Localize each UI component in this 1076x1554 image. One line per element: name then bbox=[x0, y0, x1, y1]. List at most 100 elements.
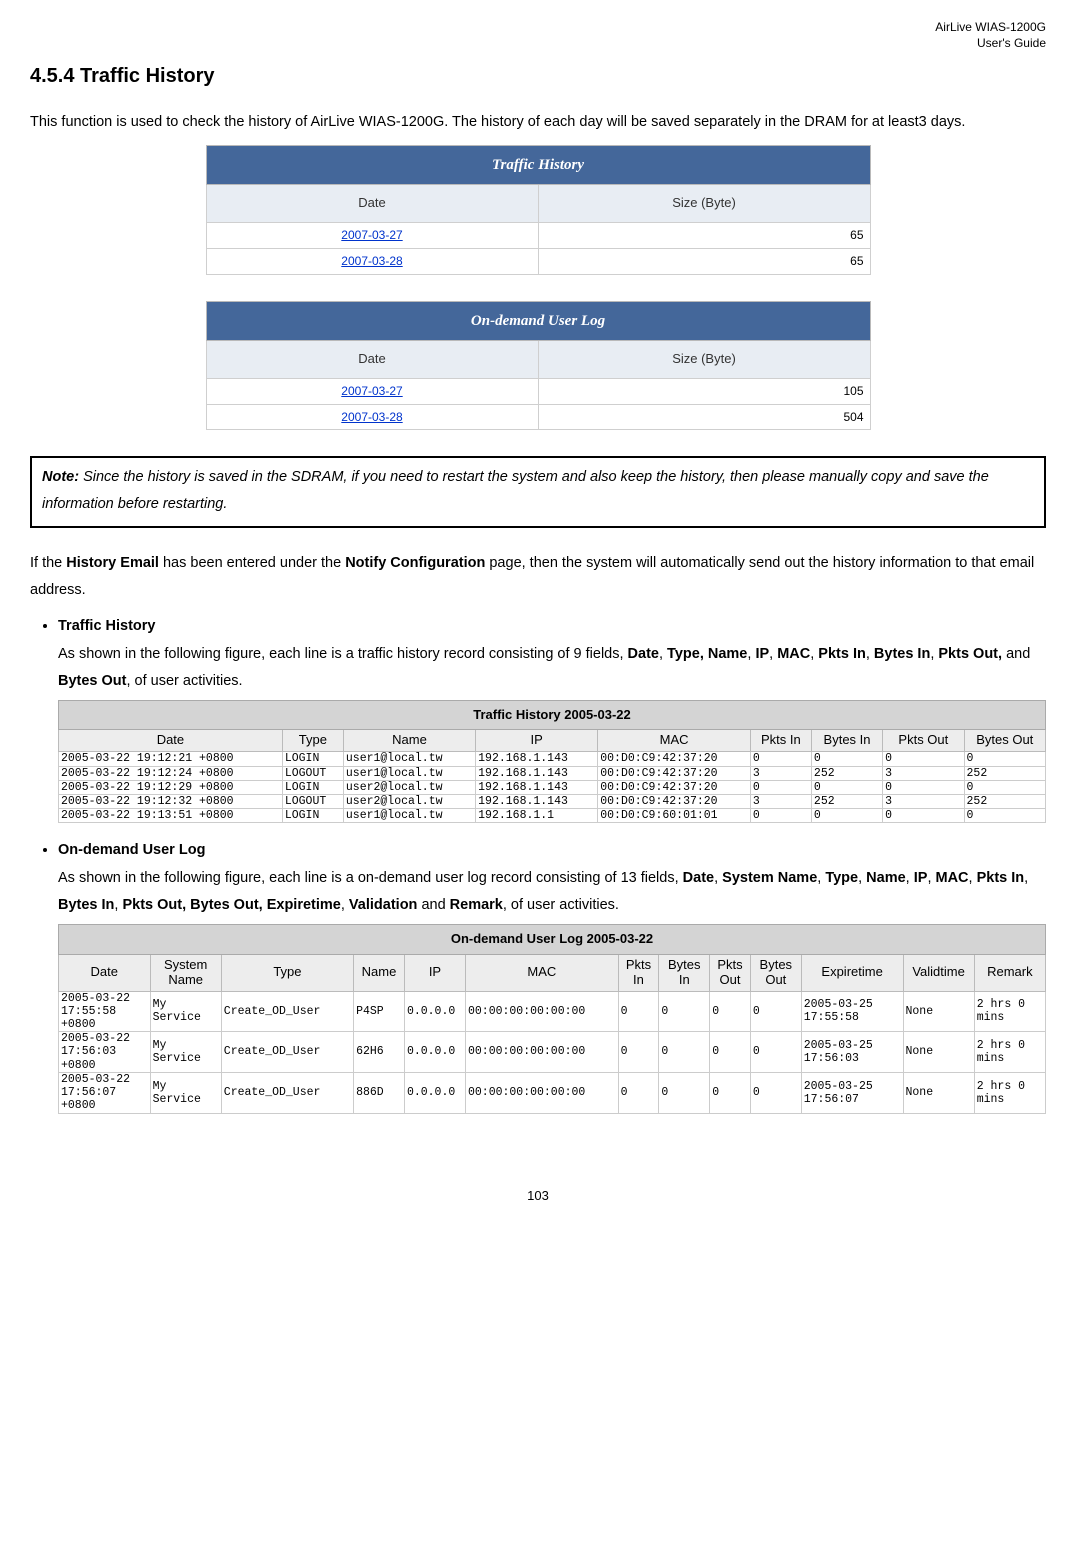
detail-header: Bytes In bbox=[659, 954, 710, 991]
detail-cell: 2005-03-22 19:12:29 +0800 bbox=[59, 780, 283, 794]
detail-header: Bytes Out bbox=[964, 730, 1045, 752]
detail-cell: 62H6 bbox=[354, 1032, 405, 1073]
detail-header: Date bbox=[59, 954, 151, 991]
detail-header: Remark bbox=[974, 954, 1045, 991]
summary-cell-size: 65 bbox=[538, 248, 870, 274]
detail-cell: 00:D0:C9:60:01:01 bbox=[598, 809, 751, 823]
detail-cell: 0 bbox=[710, 1072, 751, 1113]
ondemand-detail-table: On-demand User Log 2005-03-22DateSystem … bbox=[58, 924, 1046, 1114]
bullet-ondemand-log: On-demand User Log As shown in the follo… bbox=[58, 837, 1046, 1113]
detail-cell: None bbox=[903, 1072, 974, 1113]
date-link[interactable]: 2007-03-27 bbox=[341, 384, 402, 398]
table-row: 2005-03-22 19:12:29 +0800LOGINuser2@loca… bbox=[59, 780, 1046, 794]
detail-header: Pkts In bbox=[618, 954, 659, 991]
date-link[interactable]: 2007-03-27 bbox=[341, 228, 402, 242]
date-link[interactable]: 2007-03-28 bbox=[341, 410, 402, 424]
detail-cell: 0 bbox=[750, 1072, 801, 1113]
detail-header: Bytes Out bbox=[750, 954, 801, 991]
detail-header: Pkts Out bbox=[710, 954, 751, 991]
detail-cell: 192.168.1.143 bbox=[476, 794, 598, 808]
detail-cell: 0 bbox=[964, 780, 1045, 794]
detail-cell: user1@local.tw bbox=[343, 809, 475, 823]
ondemand-detail-wrap: On-demand User Log 2005-03-22DateSystem … bbox=[58, 924, 1046, 1114]
detail-cell: 252 bbox=[964, 766, 1045, 780]
detail-header: MAC bbox=[598, 730, 751, 752]
detail-cell: 0 bbox=[710, 991, 751, 1032]
detail-cell: 0 bbox=[750, 780, 811, 794]
detail-cell: 0 bbox=[750, 991, 801, 1032]
detail-cell: My Service bbox=[150, 1032, 221, 1073]
detail-header: Expiretime bbox=[801, 954, 903, 991]
detail-header: Date bbox=[59, 730, 283, 752]
detail-cell: 252 bbox=[964, 794, 1045, 808]
doc-product: AirLive WIAS-1200G bbox=[935, 20, 1046, 34]
detail-cell: user1@local.tw bbox=[343, 766, 475, 780]
detail-title: Traffic History 2005-03-22 bbox=[59, 700, 1046, 730]
detail-cell: LOGIN bbox=[282, 780, 343, 794]
summary-cell-size: 504 bbox=[538, 404, 870, 430]
detail-cell: LOGIN bbox=[282, 809, 343, 823]
detail-header: Type bbox=[221, 954, 353, 991]
table-row: 2005-03-22 19:12:24 +0800LOGOUTuser1@loc… bbox=[59, 766, 1046, 780]
intro-paragraph: This function is used to check the histo… bbox=[30, 109, 1046, 137]
detail-cell: user1@local.tw bbox=[343, 752, 475, 766]
bullet-list: Traffic History As shown in the followin… bbox=[30, 613, 1046, 1114]
detail-cell: 2005-03-25 17:56:03 bbox=[801, 1032, 903, 1073]
summary-header: Date bbox=[206, 185, 538, 223]
detail-cell: 0 bbox=[811, 809, 882, 823]
detail-cell: 2005-03-25 17:55:58 bbox=[801, 991, 903, 1032]
detail-cell: My Service bbox=[150, 1072, 221, 1113]
detail-cell: None bbox=[903, 991, 974, 1032]
detail-cell: 252 bbox=[811, 766, 882, 780]
detail-cell: 192.168.1.143 bbox=[476, 780, 598, 794]
detail-cell: 0 bbox=[618, 1072, 659, 1113]
table-row: 2005-03-22 17:56:03 +0800My ServiceCreat… bbox=[59, 1032, 1046, 1073]
detail-header: Pkts Out bbox=[883, 730, 964, 752]
detail-cell: 0 bbox=[659, 991, 710, 1032]
bullet-traffic-history: Traffic History As shown in the followin… bbox=[58, 613, 1046, 823]
detail-header: IP bbox=[404, 954, 465, 991]
detail-cell: 192.168.1.143 bbox=[476, 766, 598, 780]
detail-header: Type bbox=[282, 730, 343, 752]
summary-table-wrap: On-demand User LogDateSize (Byte)2007-03… bbox=[30, 301, 1046, 431]
detail-header: IP bbox=[476, 730, 598, 752]
summary-table-wrap: Traffic HistoryDateSize (Byte)2007-03-27… bbox=[30, 145, 1046, 275]
summary-cell-date: 2007-03-27 bbox=[206, 222, 538, 248]
table-row: 2005-03-22 17:55:58 +0800My ServiceCreat… bbox=[59, 991, 1046, 1032]
detail-cell: LOGOUT bbox=[282, 794, 343, 808]
detail-cell: 3 bbox=[883, 794, 964, 808]
detail-cell: 00:00:00:00:00:00 bbox=[465, 1072, 618, 1113]
detail-cell: 2005-03-22 19:13:51 +0800 bbox=[59, 809, 283, 823]
detail-header: Bytes In bbox=[811, 730, 882, 752]
after-note-paragraph: If the History Email has been entered un… bbox=[30, 550, 1046, 605]
summary-table: On-demand User LogDateSize (Byte)2007-03… bbox=[206, 301, 871, 431]
detail-cell: 2 hrs 0 mins bbox=[974, 1032, 1045, 1073]
detail-cell: 2005-03-25 17:56:07 bbox=[801, 1072, 903, 1113]
date-link[interactable]: 2007-03-28 bbox=[341, 254, 402, 268]
summary-cell-size: 65 bbox=[538, 222, 870, 248]
detail-cell: 0 bbox=[811, 780, 882, 794]
detail-cell: 3 bbox=[883, 766, 964, 780]
detail-cell: 2005-03-22 19:12:24 +0800 bbox=[59, 766, 283, 780]
detail-cell: 2005-03-22 17:56:03 +0800 bbox=[59, 1032, 151, 1073]
summary-cell-date: 2007-03-28 bbox=[206, 248, 538, 274]
doc-guide: User's Guide bbox=[977, 36, 1046, 50]
detail-cell: 0.0.0.0 bbox=[404, 1032, 465, 1073]
detail-cell: 0 bbox=[964, 809, 1045, 823]
detail-cell: LOGOUT bbox=[282, 766, 343, 780]
note-label: Note: bbox=[42, 469, 79, 485]
detail-cell: 00:D0:C9:42:37:20 bbox=[598, 794, 751, 808]
detail-cell: 00:D0:C9:42:37:20 bbox=[598, 780, 751, 794]
summary-title: On-demand User Log bbox=[206, 301, 870, 341]
detail-cell: 3 bbox=[750, 794, 811, 808]
detail-cell: 2005-03-22 19:12:32 +0800 bbox=[59, 794, 283, 808]
detail-cell: None bbox=[903, 1032, 974, 1073]
detail-cell: 2 hrs 0 mins bbox=[974, 991, 1045, 1032]
summary-header: Size (Byte) bbox=[538, 341, 870, 379]
detail-cell: 00:00:00:00:00:00 bbox=[465, 1032, 618, 1073]
detail-header: Name bbox=[354, 954, 405, 991]
detail-cell: 0 bbox=[750, 809, 811, 823]
detail-cell: Create_OD_User bbox=[221, 1072, 353, 1113]
detail-cell: 0.0.0.0 bbox=[404, 991, 465, 1032]
detail-cell: My Service bbox=[150, 991, 221, 1032]
